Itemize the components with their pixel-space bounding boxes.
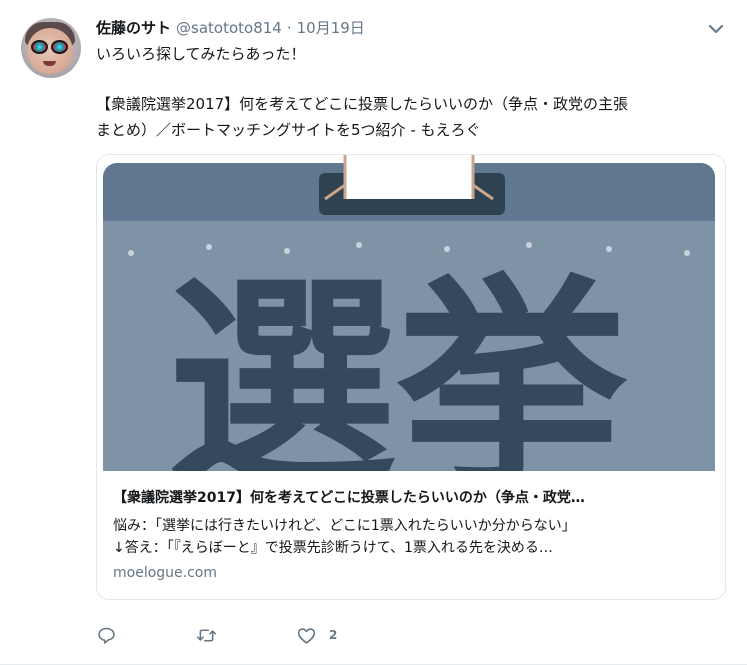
tweet-header: 佐藤のサト @satototo814 · 10月19日 bbox=[96, 17, 365, 39]
tweet-text-line: まとめ）／ボートマッチングサイトを5つ紹介 - もえろぐ bbox=[96, 121, 481, 139]
user-handle[interactable]: @satototo814 bbox=[176, 19, 282, 37]
like-count: 2 bbox=[329, 628, 338, 642]
card-description: 悩み：「選挙には行きたいけれど、どこに1票入れたらいいか分からない」 ↓答え：「… bbox=[113, 515, 713, 559]
avatar-sunglasses-right bbox=[51, 40, 68, 54]
separator-dot: · bbox=[286, 19, 292, 37]
display-name[interactable]: 佐藤のサト bbox=[96, 17, 171, 38]
avatar[interactable] bbox=[21, 18, 81, 78]
card-image: 選挙 bbox=[97, 155, 725, 471]
tweet-text-line: いろいろ探してみたらあった！ bbox=[96, 45, 306, 63]
retweet-button[interactable] bbox=[196, 624, 217, 646]
heart-icon bbox=[297, 627, 316, 644]
timestamp[interactable]: 10月19日 bbox=[297, 17, 365, 38]
reply-icon bbox=[98, 627, 115, 644]
tweet[interactable]: 佐藤のサト @satototo814 · 10月19日 いろいろ探してみたらあっ… bbox=[0, 0, 747, 665]
retweet-icon bbox=[196, 628, 217, 642]
chevron-down-icon[interactable] bbox=[707, 20, 725, 38]
card-image-text: 選挙 bbox=[167, 255, 628, 471]
card-title[interactable]: 【衆議院選挙2017】何を考えてどこに投票したらいいのか（争点・政党… bbox=[113, 487, 713, 507]
card-domain: moelogue.com bbox=[113, 565, 217, 581]
reply-button[interactable] bbox=[96, 624, 117, 646]
card-description-line: 悩み：「選挙には行きたいけれど、どこに1票入れたらいいか分からない」 bbox=[113, 518, 576, 534]
link-card[interactable]: 選挙 【衆議院選挙2017】何を考えてどこに投票したらいいのか（争点・政党… 悩… bbox=[96, 154, 726, 600]
card-description-line: ↓答え：「『えらぼーと』で投票先診断うけて、1票入れる先を決める… bbox=[113, 540, 553, 556]
avatar-sunglasses-left bbox=[31, 40, 48, 54]
like-button[interactable]: 2 bbox=[296, 624, 337, 646]
tweet-text-line: 【衆議院選挙2017】何を考えてどこに投票したらいいのか（争点・政党の主張 bbox=[96, 95, 628, 113]
